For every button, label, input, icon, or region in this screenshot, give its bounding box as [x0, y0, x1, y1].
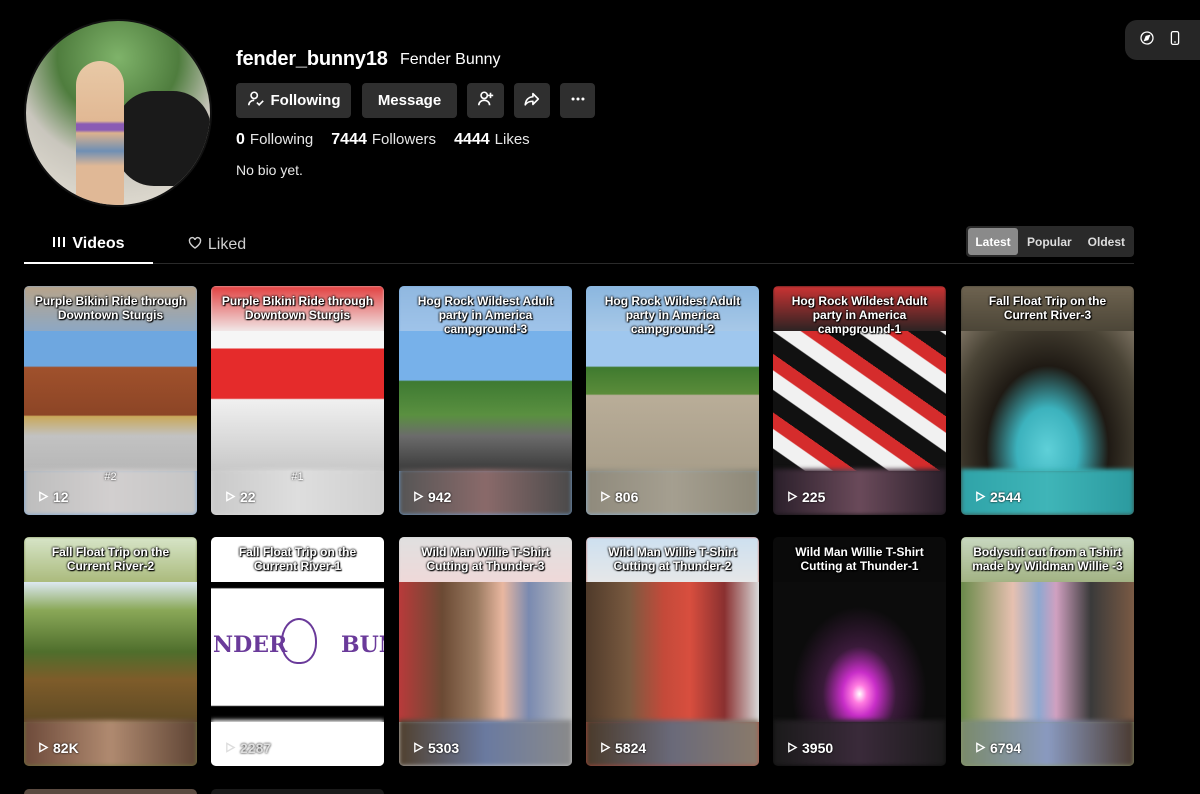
play-icon — [787, 740, 798, 756]
video-card[interactable]: Bodysuit cut from a Tshirt made by Wildm… — [961, 537, 1134, 766]
video-caption: Purple Bikini Ride through Downtown Stur… — [221, 294, 374, 322]
view-count: 2544 — [975, 489, 1021, 505]
video-caption: Bodysuit cut from a Tshirt made by Wildm… — [972, 545, 1123, 573]
display-name: Fender Bunny — [400, 51, 501, 68]
profile-bio: No bio yet. — [236, 162, 303, 178]
play-icon — [38, 489, 49, 505]
view-count: 942 — [413, 489, 451, 505]
video-caption: Purple Bikini Ride through Downtown Stur… — [34, 294, 187, 322]
stat-likes: 4444 Likes — [454, 131, 530, 148]
video-caption: Wild Man Willie T-Shirt Cutting at Thund… — [608, 545, 737, 573]
avatar-motorcycle — [116, 91, 210, 186]
video-subcaption: #1 — [291, 471, 304, 483]
view-count: 806 — [600, 489, 638, 505]
sort-popular[interactable]: Popular — [1020, 228, 1079, 255]
play-icon — [600, 740, 611, 756]
view-count: 225 — [787, 489, 825, 505]
grid-icon — [52, 235, 66, 254]
play-icon — [787, 489, 798, 505]
more-options-button[interactable] — [560, 83, 595, 118]
share-button[interactable] — [514, 83, 550, 118]
view-count: 12 — [38, 489, 69, 505]
phone-icon — [1167, 30, 1183, 51]
view-count: 22 — [225, 489, 256, 505]
tab-videos-label: Videos — [72, 235, 125, 252]
view-count: 3950 — [787, 740, 833, 756]
avatar-person — [76, 61, 124, 205]
video-card[interactable]: Purple Bikini Ride through Downtown Stur… — [24, 286, 197, 515]
play-icon — [38, 740, 49, 756]
profile-stats: 0 Following 7444 Followers 4444 Likes — [236, 131, 530, 149]
play-icon — [413, 740, 424, 756]
video-card[interactable]: Fall Float Trip on the Current River-2 8… — [24, 537, 197, 766]
suggest-accounts-button[interactable] — [467, 83, 504, 118]
play-icon — [413, 489, 424, 505]
view-count: 6794 — [975, 740, 1021, 756]
video-caption: Hog Rock Wildest Adult party in America … — [791, 294, 928, 336]
fender-logo — [281, 618, 317, 664]
play-icon — [225, 489, 236, 505]
video-caption: Wild Man Willie T-Shirt Cutting at Thund… — [795, 545, 924, 573]
share-arrow-icon — [523, 90, 541, 112]
user-check-icon — [247, 90, 265, 112]
video-card[interactable]: NDER BUN Fall Float Trip on the Current … — [211, 537, 384, 766]
video-card-partial[interactable] — [211, 789, 384, 794]
compass-icon — [1139, 30, 1155, 51]
username: fender_bunny18 — [236, 48, 388, 70]
video-card-partial[interactable] — [24, 789, 197, 794]
app-download-pill[interactable] — [1125, 20, 1200, 60]
view-count: 82K — [38, 740, 79, 756]
video-card[interactable]: Wild Man Willie T-Shirt Cutting at Thund… — [586, 537, 759, 766]
video-caption: Fall Float Trip on the Current River-2 — [51, 545, 170, 573]
video-card[interactable]: Hog Rock Wildest Adult party in America … — [586, 286, 759, 515]
video-card[interactable]: Wild Man Willie T-Shirt Cutting at Thund… — [773, 537, 946, 766]
stat-following[interactable]: 0 Following — [236, 131, 313, 149]
add-user-icon — [477, 90, 495, 112]
sort-toggle: Latest Popular Oldest — [966, 226, 1134, 257]
video-caption: Hog Rock Wildest Adult party in America … — [417, 294, 554, 336]
video-caption: Wild Man Willie T-Shirt Cutting at Thund… — [421, 545, 550, 573]
profile-avatar[interactable] — [24, 19, 212, 207]
stat-followers[interactable]: 7444 Followers — [331, 131, 436, 149]
view-count: 5824 — [600, 740, 646, 756]
heart-lock-icon — [188, 236, 202, 255]
play-icon — [225, 740, 236, 756]
view-count: 2287 — [225, 740, 271, 756]
video-card[interactable]: Wild Man Willie T-Shirt Cutting at Thund… — [399, 537, 572, 766]
tab-liked[interactable]: Liked — [172, 226, 262, 264]
sort-latest[interactable]: Latest — [968, 228, 1018, 255]
ellipsis-icon — [569, 90, 587, 112]
video-card[interactable]: Purple Bikini Ride through Downtown Stur… — [211, 286, 384, 515]
video-card[interactable]: Hog Rock Wildest Adult party in America … — [399, 286, 572, 515]
following-button[interactable]: Following — [236, 83, 351, 118]
following-label: Following — [270, 92, 341, 109]
tab-videos[interactable]: Videos — [24, 226, 153, 264]
video-card[interactable]: Fall Float Trip on the Current River-3 2… — [961, 286, 1134, 515]
sort-oldest[interactable]: Oldest — [1081, 228, 1132, 255]
fender-text-left: NDER — [213, 632, 288, 658]
video-subcaption: #2 — [104, 471, 117, 483]
play-icon — [975, 740, 986, 756]
play-icon — [600, 489, 611, 505]
video-card[interactable]: Hog Rock Wildest Adult party in America … — [773, 286, 946, 515]
video-caption: Fall Float Trip on the Current River-1 — [238, 545, 357, 573]
fender-text-right: BUN — [341, 632, 384, 658]
play-icon — [975, 489, 986, 505]
tab-liked-label: Liked — [207, 236, 247, 253]
view-count: 5303 — [413, 740, 459, 756]
video-caption: Fall Float Trip on the Current River-3 — [988, 294, 1107, 322]
video-caption: Hog Rock Wildest Adult party in America … — [604, 294, 741, 336]
message-button[interactable]: Message — [362, 83, 457, 118]
